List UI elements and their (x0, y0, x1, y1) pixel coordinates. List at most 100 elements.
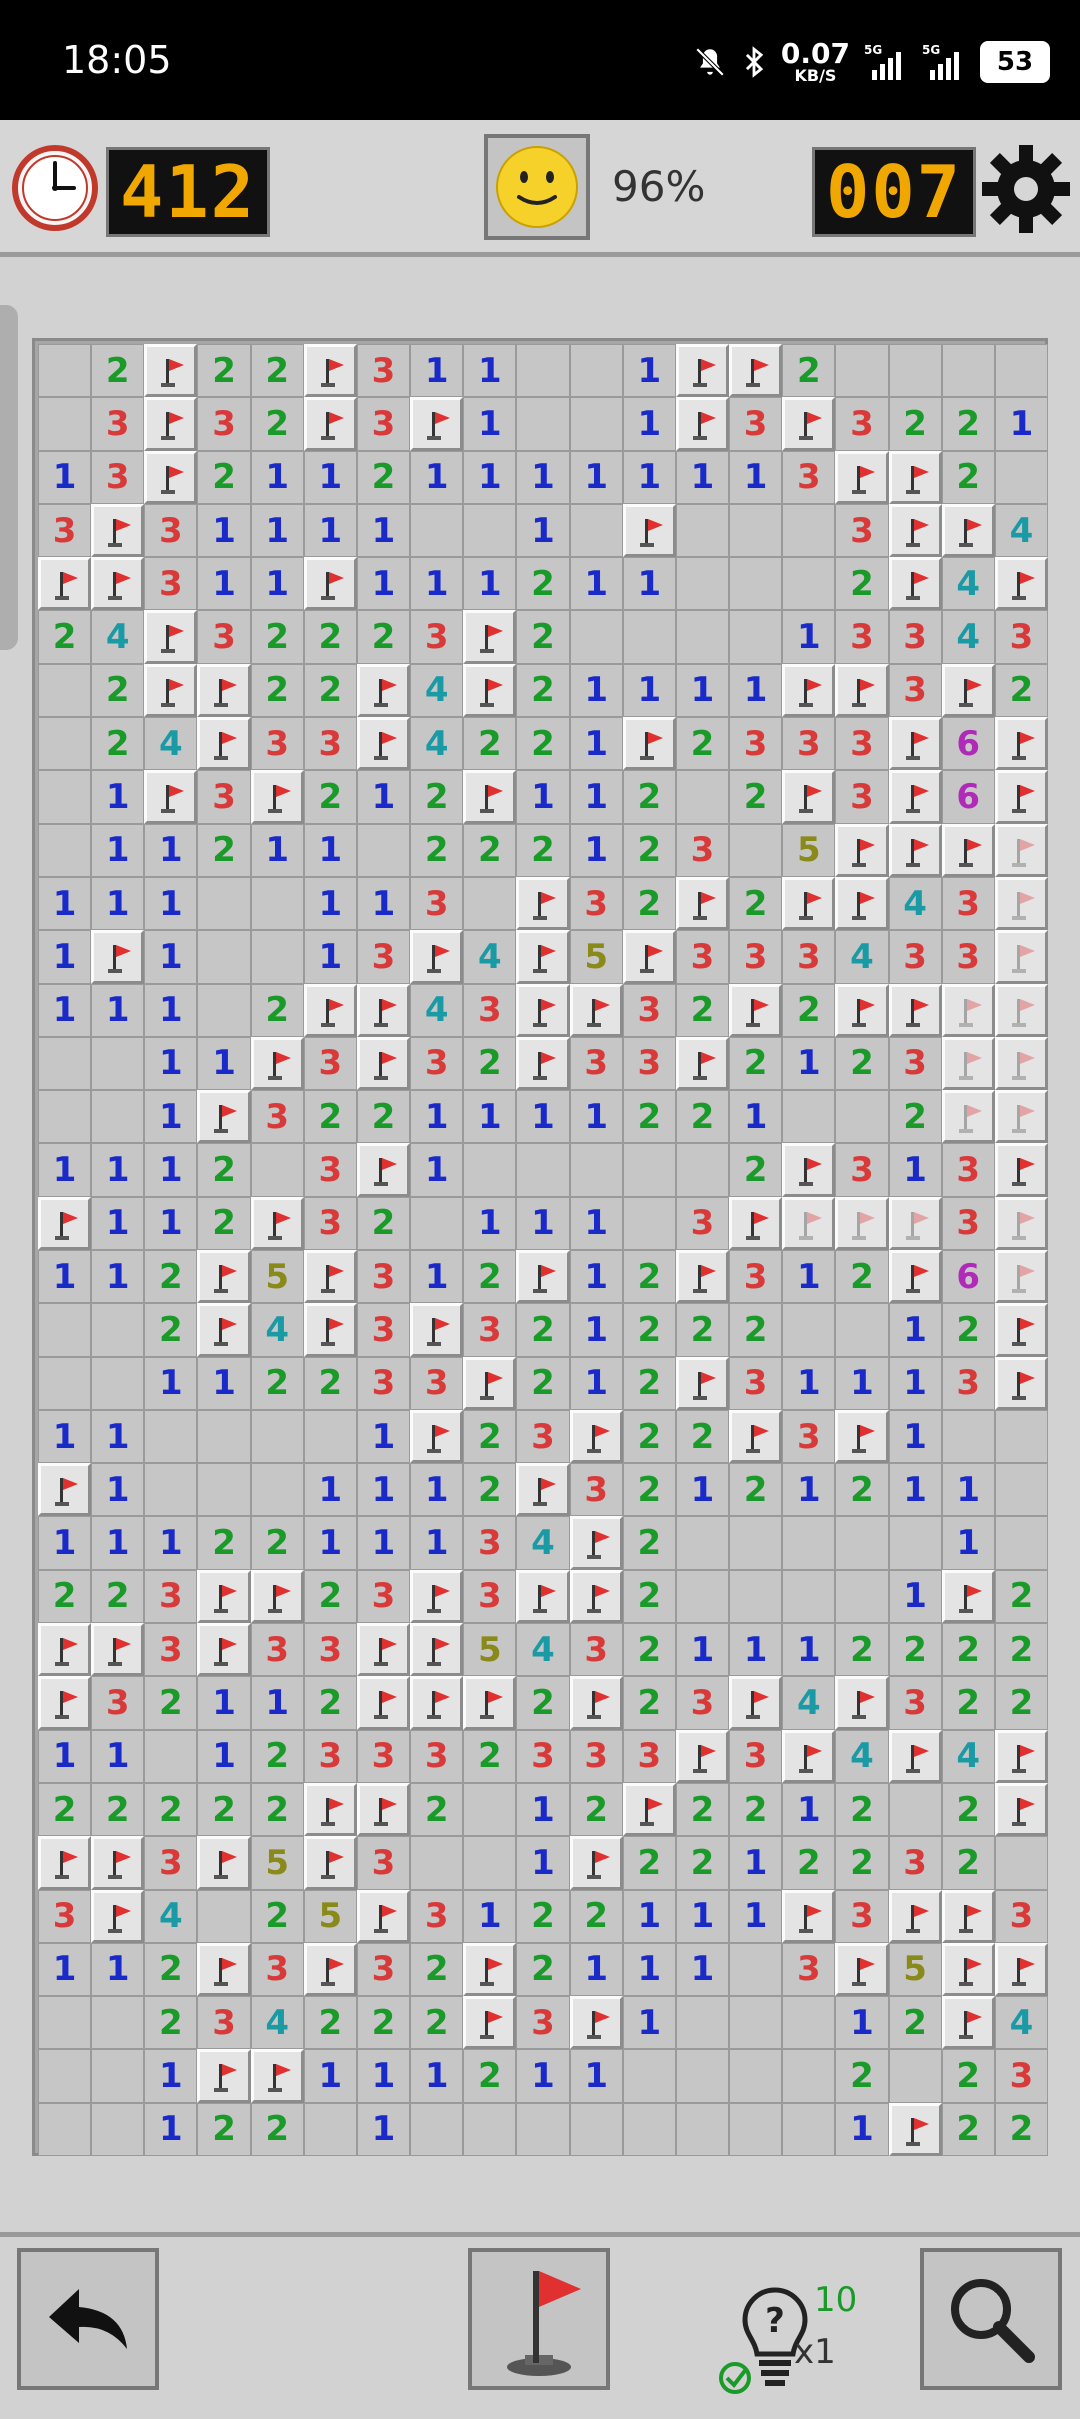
number-cell[interactable]: 4 (516, 1623, 570, 1677)
number-cell[interactable]: 2 (144, 1996, 198, 2050)
empty-cell[interactable] (463, 1782, 517, 1837)
number-cell[interactable]: 2 (91, 717, 145, 771)
flagged-cell[interactable] (516, 983, 570, 1037)
covered-cell[interactable] (994, 1036, 1048, 1091)
number-cell[interactable]: 1 (622, 397, 676, 451)
number-cell[interactable]: 2 (250, 1729, 304, 1783)
number-cell[interactable]: 2 (38, 1782, 92, 1837)
flagged-cell[interactable] (91, 930, 145, 984)
flagged-cell[interactable] (675, 344, 730, 398)
number-cell[interactable]: 2 (303, 1569, 357, 1624)
number-cell[interactable]: 1 (463, 344, 517, 398)
number-cell[interactable]: 2 (197, 1196, 251, 1250)
number-cell[interactable]: 3 (516, 1409, 570, 1464)
empty-cell[interactable] (782, 1996, 836, 2050)
empty-cell[interactable] (410, 1836, 464, 1890)
empty-cell[interactable] (197, 930, 251, 984)
number-cell[interactable]: 4 (144, 1889, 198, 1943)
number-cell[interactable]: 3 (250, 717, 304, 771)
empty-cell[interactable] (729, 1996, 783, 2050)
number-cell[interactable]: 4 (91, 610, 145, 664)
number-cell[interactable]: 4 (144, 717, 198, 771)
number-cell[interactable]: 1 (463, 1196, 517, 1250)
empty-cell[interactable] (197, 983, 251, 1037)
empty-cell[interactable] (463, 1836, 517, 1890)
number-cell[interactable]: 3 (675, 1196, 730, 1250)
empty-cell[interactable] (835, 1090, 889, 1144)
empty-cell[interactable] (569, 344, 623, 398)
number-cell[interactable]: 3 (463, 983, 517, 1037)
empty-cell[interactable] (729, 1516, 783, 1570)
number-cell[interactable]: 2 (410, 823, 464, 877)
flagged-cell[interactable] (675, 397, 730, 451)
empty-cell[interactable] (250, 1143, 304, 1197)
number-cell[interactable]: 4 (835, 1729, 889, 1783)
number-cell[interactable]: 6 (941, 770, 995, 824)
number-cell[interactable]: 1 (410, 1090, 464, 1144)
number-cell[interactable]: 3 (356, 1250, 411, 1304)
empty-cell[interactable] (250, 1463, 304, 1517)
number-cell[interactable]: 1 (941, 1463, 995, 1517)
empty-cell[interactable] (38, 1996, 92, 2050)
flagged-cell[interactable] (303, 1303, 357, 1357)
empty-cell[interactable] (782, 503, 836, 558)
number-cell[interactable]: 6 (941, 1250, 995, 1304)
empty-cell[interactable] (675, 557, 730, 611)
flagged-cell[interactable] (250, 1196, 304, 1250)
empty-cell[interactable] (197, 1889, 251, 1943)
flagged-cell[interactable] (835, 1676, 889, 1730)
number-cell[interactable]: 3 (729, 1356, 783, 1410)
number-cell[interactable]: 2 (463, 1463, 517, 1517)
number-cell[interactable]: 1 (91, 1250, 145, 1304)
empty-cell[interactable] (356, 823, 411, 877)
empty-cell[interactable] (250, 1409, 304, 1464)
number-cell[interactable]: 1 (516, 1090, 570, 1144)
flagged-cell[interactable] (197, 2049, 251, 2103)
number-cell[interactable]: 2 (622, 1409, 676, 1464)
empty-cell[interactable] (888, 1516, 942, 1570)
number-cell[interactable]: 2 (622, 1516, 676, 1570)
number-cell[interactable]: 1 (622, 1942, 676, 1997)
number-cell[interactable]: 1 (144, 983, 198, 1037)
flagged-cell[interactable] (622, 717, 676, 771)
number-cell[interactable]: 3 (303, 717, 357, 771)
flagged-cell[interactable] (197, 1836, 251, 1890)
number-cell[interactable]: 3 (782, 1409, 836, 1464)
number-cell[interactable]: 2 (622, 1836, 676, 1890)
number-cell[interactable]: 2 (994, 663, 1048, 718)
number-cell[interactable]: 2 (729, 770, 783, 824)
covered-cell[interactable] (888, 1196, 942, 1250)
number-cell[interactable]: 2 (941, 2049, 995, 2103)
number-cell[interactable]: 1 (463, 450, 517, 504)
number-cell[interactable]: 2 (569, 1889, 623, 1943)
number-cell[interactable]: 3 (941, 1196, 995, 1250)
number-cell[interactable]: 1 (835, 1356, 889, 1410)
number-cell[interactable]: 3 (516, 1729, 570, 1783)
empty-cell[interactable] (782, 1303, 836, 1357)
number-cell[interactable]: 1 (569, 1303, 623, 1357)
number-cell[interactable]: 2 (197, 344, 251, 398)
number-cell[interactable]: 2 (729, 1143, 783, 1197)
number-cell[interactable]: 1 (569, 823, 623, 877)
number-cell[interactable]: 1 (303, 876, 357, 931)
number-cell[interactable]: 2 (622, 1676, 676, 1730)
number-cell[interactable]: 1 (782, 610, 836, 664)
flagged-cell[interactable] (144, 450, 198, 504)
number-cell[interactable]: 2 (38, 1569, 92, 1624)
empty-cell[interactable] (91, 1996, 145, 2050)
number-cell[interactable]: 3 (888, 930, 942, 984)
number-cell[interactable]: 2 (303, 1676, 357, 1730)
number-cell[interactable]: 3 (888, 663, 942, 718)
number-cell[interactable]: 1 (303, 450, 357, 504)
number-cell[interactable]: 1 (516, 1836, 570, 1890)
flag-mode-button[interactable] (468, 2248, 610, 2390)
number-cell[interactable]: 2 (38, 610, 92, 664)
flagged-cell[interactable] (941, 1569, 995, 1624)
number-cell[interactable]: 4 (994, 1996, 1048, 2050)
flagged-cell[interactable] (782, 1889, 836, 1943)
number-cell[interactable]: 1 (782, 1250, 836, 1304)
number-cell[interactable]: 1 (569, 717, 623, 771)
number-cell[interactable]: 3 (303, 1623, 357, 1677)
empty-cell[interactable] (91, 1090, 145, 1144)
number-cell[interactable]: 2 (888, 1090, 942, 1144)
